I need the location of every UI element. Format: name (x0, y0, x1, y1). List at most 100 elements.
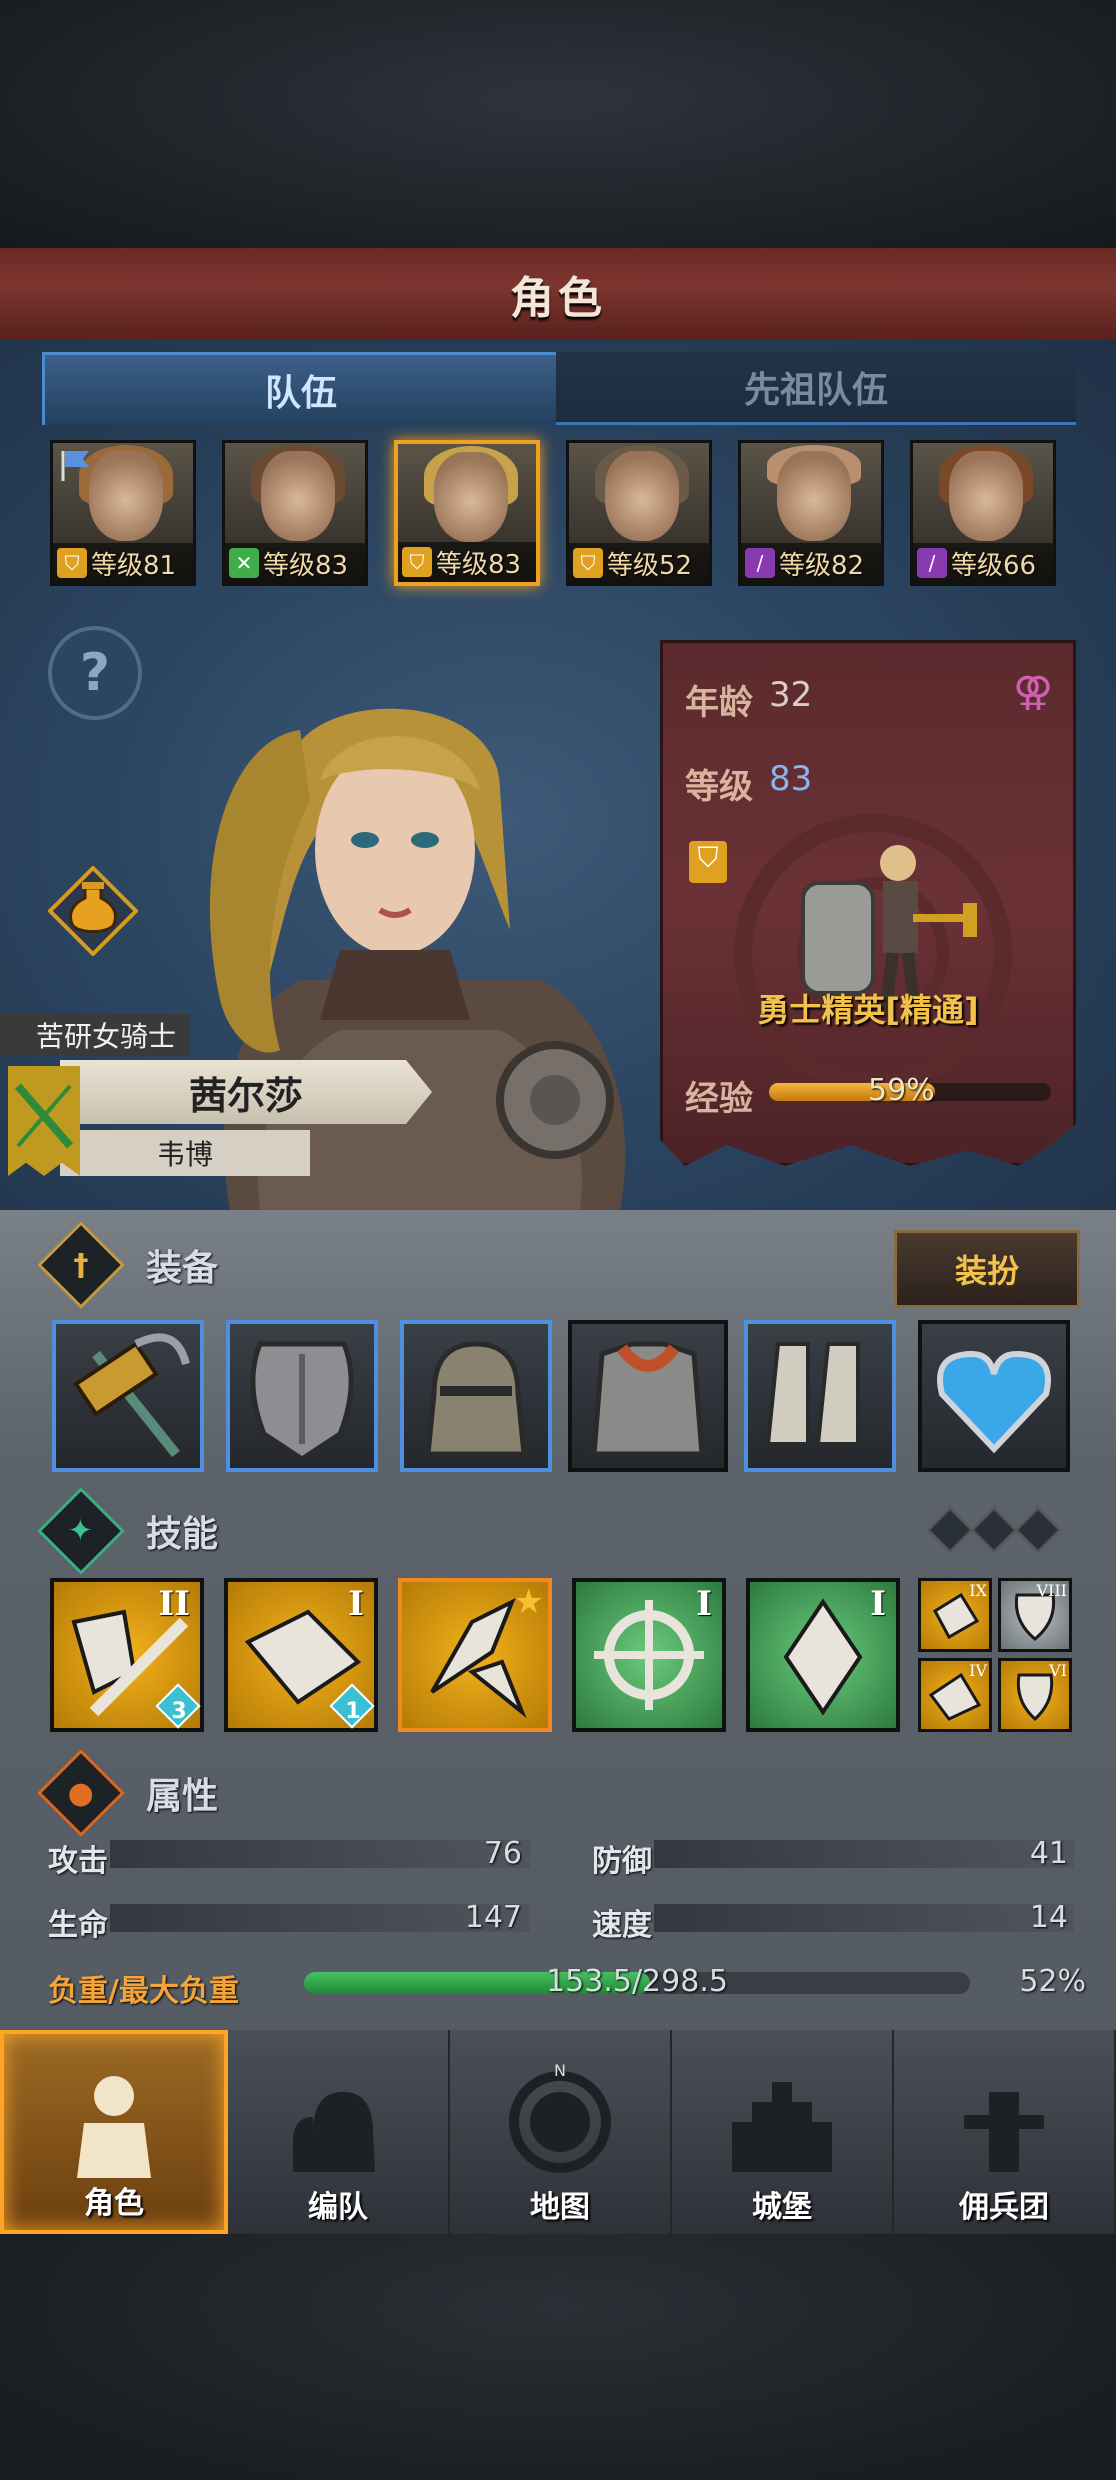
hero-card[interactable]: ⛉ 等级81 (50, 440, 196, 586)
character-name[interactable]: 茜尔莎 (60, 1060, 432, 1124)
page-title: 角色 (510, 273, 606, 324)
level-value: 83 (769, 759, 813, 799)
heart-amulet-icon (937, 1350, 1051, 1454)
mercenary-icon (964, 2092, 1044, 2172)
hero-level: 等级83 (263, 550, 349, 581)
skill-slot[interactable]: I 1 (224, 1578, 378, 1732)
skill-badge-count: 3 (171, 1699, 187, 1724)
skill-slot[interactable]: I (572, 1578, 726, 1732)
hero-level-row: / 等级66 (913, 543, 1053, 583)
helmet-icon (425, 1341, 527, 1457)
speed-label: 速度 (592, 1908, 652, 1943)
staff-icon: / (745, 548, 775, 578)
nav-label: 编队 (308, 2190, 368, 2225)
hero-level-row: ⛉ 等级81 (53, 543, 193, 583)
age-value: 32 (769, 675, 813, 715)
hero-card-selected[interactable]: ⛉ 等级83 (394, 440, 540, 586)
shield-star-icon: ⛉ (402, 547, 432, 577)
level-label: 等级 (685, 767, 753, 807)
hero-level: 等级82 (779, 550, 865, 581)
skill-rank: I (696, 1584, 712, 1624)
class-name: 勇士精英[精通] (757, 991, 979, 1029)
diamond-icon (1015, 1507, 1061, 1553)
load-value: 153.5/298.5 (546, 1964, 728, 1999)
tab-team[interactable]: 队伍 (42, 352, 560, 425)
class-shield-star-icon: ⛉ (689, 841, 727, 883)
skill-rank: I (870, 1584, 886, 1624)
attack-label: 攻击 (48, 1844, 108, 1879)
nav-castle[interactable]: 城堡 (672, 2030, 894, 2234)
age-label: 年龄 (685, 683, 753, 723)
equipment-title: 装备 (146, 1248, 219, 1289)
top-background (0, 0, 1116, 248)
house-banner-icon (8, 1066, 80, 1176)
character-title: 苦研女骑士 (0, 1014, 190, 1056)
skill-rank: II (158, 1584, 190, 1624)
dress-up-button[interactable]: 装扮 (894, 1230, 1080, 1308)
hero-card[interactable]: ⛉ 等级52 (566, 440, 712, 586)
hero-face (777, 451, 851, 541)
nav-label: 城堡 (752, 2190, 812, 2225)
war-hammer-icon (73, 1333, 190, 1458)
potion-icon[interactable] (48, 866, 138, 956)
hero-face (434, 452, 508, 542)
equip-slot-armor[interactable] (568, 1320, 728, 1472)
nav-label: 佣兵团 (959, 2190, 1049, 2225)
hero-card[interactable]: / 等级66 (910, 440, 1056, 586)
defense-value: 41 (1029, 1836, 1068, 1871)
hero-card[interactable]: ✕ 等级83 (222, 440, 368, 586)
nav-map[interactable]: N 地图 (450, 2030, 672, 2234)
chainmail-armor-icon (591, 1341, 705, 1457)
equip-slot-boots[interactable] (744, 1320, 896, 1472)
skills-title: 技能 (146, 1514, 219, 1555)
character-info-panel: 年龄 32 ⚢ 等级 83 ⛉ 勇士精英[精通] 经验 59% (660, 640, 1076, 1166)
skill-slot[interactable]: II 3 (50, 1578, 204, 1732)
skill-slot[interactable]: I (746, 1578, 900, 1732)
hero-face (605, 451, 679, 541)
attributes-title: 属性 (146, 1776, 219, 1817)
hero-card[interactable]: / 等级82 (738, 440, 884, 586)
hero-level: 等级83 (436, 549, 522, 580)
load-label: 负重/最大负重 (48, 1974, 239, 2009)
diamond-icon (927, 1507, 973, 1553)
diamond-icon (971, 1507, 1017, 1553)
staff-icon: / (917, 548, 947, 578)
equip-slot-weapon[interactable] (52, 1320, 204, 1472)
svg-text:N: N (554, 2062, 566, 2080)
skill-badge-count: 1 (345, 1699, 361, 1724)
equip-slot-helmet[interactable] (400, 1320, 552, 1472)
skills-header: ✦ 技能 (37, 1487, 219, 1575)
hero-level-row: ⛉ 等级83 (398, 542, 536, 582)
equip-slot-amulet[interactable] (918, 1320, 1070, 1472)
star-icon: ★ (513, 1582, 544, 1622)
nav-mercenary[interactable]: 佣兵团 (894, 2030, 1116, 2234)
equip-slot-shield[interactable] (226, 1320, 378, 1472)
nav-label: 地图 (530, 2190, 590, 2225)
bow-icon: ✕ (229, 548, 259, 578)
character-house: 韦博 (60, 1130, 310, 1176)
tab-ancestor-team[interactable]: 先祖队伍 (556, 352, 1076, 425)
passive-skill-slot[interactable]: VIII (998, 1578, 1072, 1652)
flag-icon (61, 451, 89, 481)
passive-skill-slot[interactable]: IX (918, 1578, 992, 1652)
shield-icon: ⛉ (573, 548, 603, 578)
passive-skill-slot[interactable]: IV (918, 1658, 992, 1732)
helmet-group-icon (293, 2092, 375, 2172)
nav-character[interactable]: 角色 (0, 2030, 228, 2234)
hero-face (89, 451, 163, 541)
skill-slot[interactable]: ★ (398, 1578, 552, 1732)
hero-level: 等级52 (607, 550, 693, 581)
castle-icon (732, 2082, 832, 2172)
female-icon: ⚢ (1013, 669, 1054, 715)
knight-icon (77, 2076, 151, 2178)
attack-value: 76 (483, 1836, 522, 1871)
load-percent: 52% (1019, 1964, 1086, 1999)
hero-level-row: / 等级82 (741, 543, 881, 583)
nav-formation[interactable]: 编队 (228, 2030, 450, 2234)
hp-value: 147 (464, 1900, 522, 1935)
passive-skill-slot[interactable]: VI (998, 1658, 1072, 1732)
hp-label: 生命 (48, 1908, 108, 1943)
shield-icon: ⛉ (57, 548, 87, 578)
help-icon[interactable]: ? (48, 626, 142, 720)
exp-percent: 59% (868, 1073, 935, 1108)
